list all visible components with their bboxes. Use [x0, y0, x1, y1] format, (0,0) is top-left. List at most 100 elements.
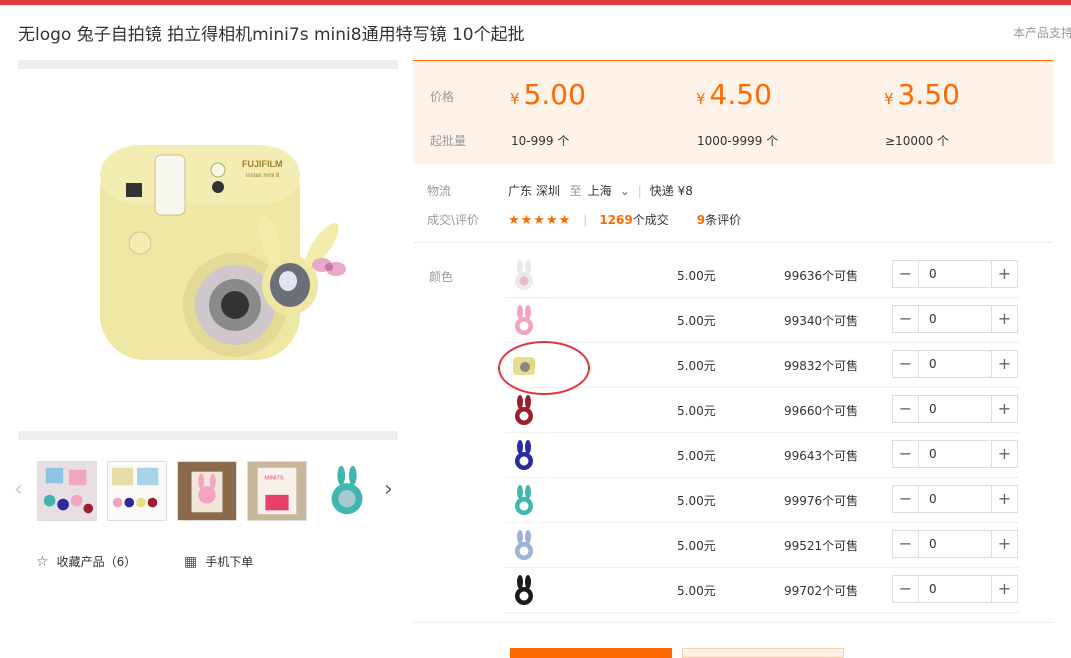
quantity-input[interactable]: 0: [929, 261, 937, 287]
moq-tier-1: 10-999 个: [511, 134, 570, 148]
sku-stock: 99521个可售: [784, 539, 859, 553]
sku-price: 5.00元: [677, 584, 716, 598]
sku-row: 5.00元 99976个可售 −0 +: [505, 478, 1019, 523]
camera-model-text: instax mini 8: [246, 173, 280, 179]
main-product-image[interactable]: FUJIFILM instax mini 8: [90, 125, 370, 375]
decrement-button[interactable]: −: [893, 261, 919, 287]
increment-button[interactable]: +: [991, 306, 1017, 332]
decrement-button[interactable]: −: [893, 306, 919, 332]
sku-stock: 99340个可售: [784, 314, 859, 328]
decrement-button[interactable]: −: [893, 486, 919, 512]
moq-label: 起批量: [430, 134, 467, 148]
quantity-input[interactable]: 0: [929, 486, 937, 512]
sku-row: 5.00元 99702个可售 −0 +: [505, 568, 1019, 613]
logistics-row: 物流 广东 深圳 至上海 ⌄ | 快递 ¥8: [427, 184, 693, 198]
sku-swatch[interactable]: [510, 304, 538, 336]
sku-swatch[interactable]: [510, 529, 538, 561]
logistics-destination[interactable]: 上海 ⌄: [588, 184, 630, 198]
thumbnail-package-text: MINI7S: [264, 475, 283, 481]
sku-stock: 99660个可售: [784, 404, 859, 418]
sku-row: 5.00元 99636个可售 −0 +: [505, 253, 1019, 298]
logistics-from: 广东 深圳: [508, 184, 560, 198]
thumbnail-2[interactable]: [107, 461, 167, 521]
decrement-button[interactable]: −: [893, 351, 919, 377]
add-to-cart-button[interactable]: [682, 648, 844, 658]
increment-button[interactable]: +: [991, 486, 1017, 512]
sku-stock: 99636个可售: [784, 269, 859, 283]
quantity-input[interactable]: 0: [929, 396, 937, 422]
decrement-button[interactable]: −: [893, 396, 919, 422]
deals-count[interactable]: 1269个成交: [599, 213, 668, 227]
qr-code-icon: ▦: [184, 554, 198, 570]
quantity-input[interactable]: 0: [929, 306, 937, 332]
sku-stock: 99702个可售: [784, 584, 859, 598]
quantity-stepper: −0 +: [892, 350, 1018, 378]
increment-button[interactable]: +: [991, 531, 1017, 557]
product-title: 无logo 兔子自拍镜 拍立得相机mini7s mini8通用特写镜 10个起批: [18, 25, 525, 45]
sku-swatch[interactable]: [510, 484, 538, 516]
sku-swatch[interactable]: [510, 394, 538, 426]
thumb-prev-arrow[interactable]: ‹: [14, 478, 30, 502]
moq-tier-3: ≥10000 个: [885, 134, 950, 148]
deal-label: 成交\评价: [427, 213, 480, 227]
thumb-next-arrow[interactable]: ›: [384, 478, 400, 502]
quantity-input[interactable]: 0: [929, 351, 937, 377]
price-tier-1: ¥5.00: [510, 78, 586, 111]
thumbnail-5[interactable]: [317, 461, 377, 521]
quantity-stepper: −0 +: [892, 575, 1018, 603]
divider-bottom: [413, 622, 1053, 623]
mobile-order-label: 手机下单: [205, 555, 254, 569]
increment-button[interactable]: +: [991, 351, 1017, 377]
increment-button[interactable]: +: [991, 261, 1017, 287]
quantity-input[interactable]: 0: [929, 441, 937, 467]
sku-row: 5.00元 99643个可售 −0 +: [505, 433, 1019, 478]
thumbnail-3[interactable]: [177, 461, 237, 521]
quantity-stepper: −0 +: [892, 530, 1018, 558]
sku-price: 5.00元: [677, 539, 716, 553]
sku-swatch[interactable]: [510, 574, 538, 606]
mobile-order[interactable]: ▦ 手机下单: [184, 553, 253, 570]
chevron-down-icon: ⌄: [619, 184, 630, 198]
express-fee: 快递 ¥8: [649, 184, 693, 198]
decrement-button[interactable]: −: [893, 576, 919, 602]
favorite-product[interactable]: ☆ 收藏产品（6）: [36, 553, 136, 570]
sku-price: 5.00元: [677, 404, 716, 418]
decrement-button[interactable]: −: [893, 441, 919, 467]
reviews-count[interactable]: 9条评价: [697, 213, 741, 227]
moq-tier-2: 1000-9999 个: [697, 134, 779, 148]
divider: [413, 242, 1053, 243]
increment-button[interactable]: +: [991, 441, 1017, 467]
quantity-stepper: −0 +: [892, 260, 1018, 288]
gallery-bottom-bar: [18, 431, 398, 440]
sku-row: 5.00元 99660个可售 −0 +: [505, 388, 1019, 433]
sku-price: 5.00元: [677, 359, 716, 373]
star-outline-icon: ☆: [36, 554, 49, 570]
thumbnail-1[interactable]: [37, 461, 97, 521]
sku-price: 5.00元: [677, 494, 716, 508]
decrement-button[interactable]: −: [893, 531, 919, 557]
logistics-to-word: 至: [569, 184, 582, 198]
favorite-label: 收藏产品（6）: [56, 555, 137, 569]
buy-now-button[interactable]: [510, 648, 672, 658]
quantity-stepper: −0 +: [892, 440, 1018, 468]
increment-button[interactable]: +: [991, 396, 1017, 422]
sku-stock: 99832个可售: [784, 359, 859, 373]
sku-swatch[interactable]: [510, 259, 538, 291]
sku-row: 5.00元 99340个可售 −0 +: [505, 298, 1019, 343]
sku-stock: 99643个可售: [784, 449, 859, 463]
quantity-stepper: −0 +: [892, 395, 1018, 423]
sku-price: 5.00元: [677, 314, 716, 328]
quantity-input[interactable]: 0: [929, 531, 937, 557]
quantity-input[interactable]: 0: [929, 576, 937, 602]
increment-button[interactable]: +: [991, 576, 1017, 602]
sku-swatch[interactable]: [510, 439, 538, 471]
top-accent-bar: [0, 0, 1071, 5]
rating-stars-icon: ★★★★★: [508, 213, 572, 228]
sku-stock: 99976个可售: [784, 494, 859, 508]
sku-row: 5.00元 99521个可售 −0 +: [505, 523, 1019, 568]
sku-price: 5.00元: [677, 449, 716, 463]
deal-row: 成交\评价★★★★★|1269个成交|9条评价: [427, 213, 742, 228]
support-text: 本产品支持: [1013, 26, 1071, 40]
thumbnail-4[interactable]: MINI7S: [247, 461, 307, 521]
quantity-stepper: −0 +: [892, 305, 1018, 333]
